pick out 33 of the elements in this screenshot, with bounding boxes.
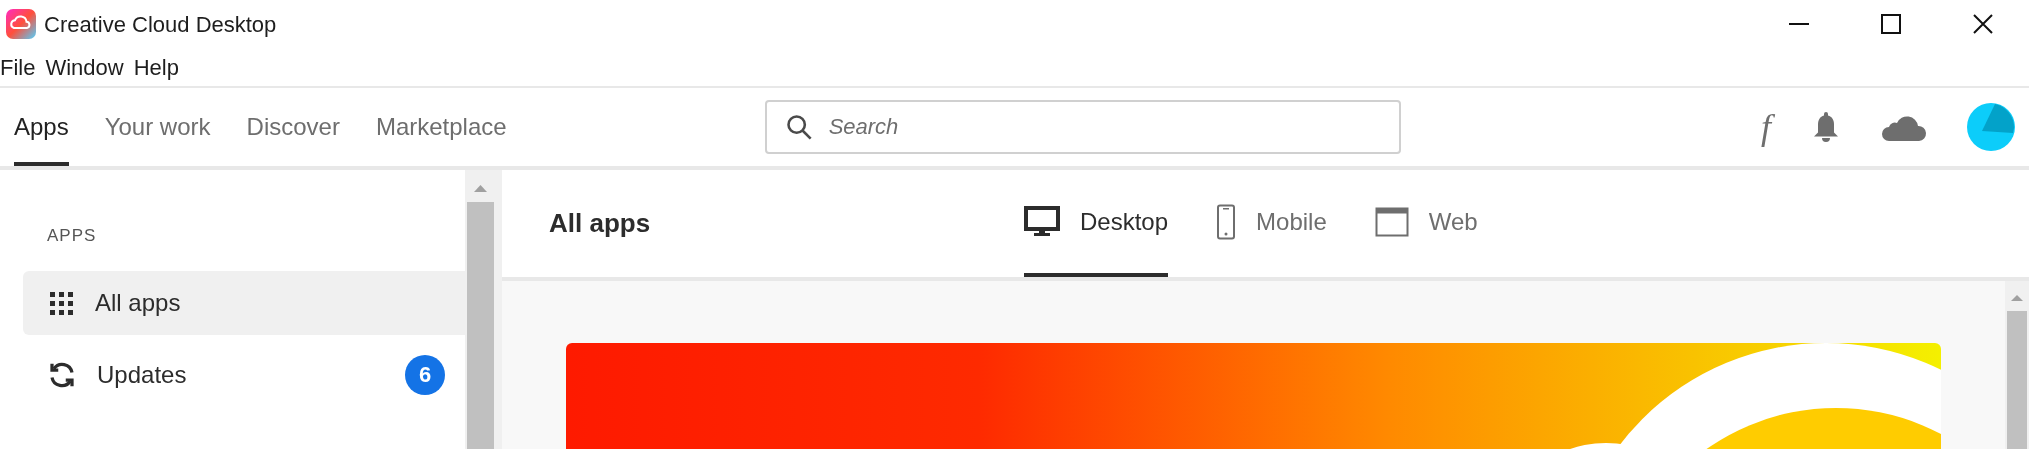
search-icon	[784, 113, 813, 141]
window-title: Creative Cloud Desktop	[44, 10, 277, 39]
menu-item[interactable]: File	[0, 50, 36, 84]
sidebar-item[interactable]: Updates 6	[23, 342, 465, 407]
nav-tab[interactable]: Marketplace	[375, 88, 507, 166]
scrollbar-thumb[interactable]	[2007, 311, 2027, 449]
item-label: All apps	[95, 287, 181, 318]
scrollbar-thumb[interactable]	[467, 202, 494, 449]
content-scrollbar[interactable]	[2005, 281, 2029, 449]
count-badge: 6	[405, 354, 445, 395]
sidebar-scrollbar[interactable]	[465, 170, 496, 449]
nav-tab[interactable]: Your work	[104, 88, 211, 166]
phone-icon	[1216, 203, 1237, 240]
page-title: All apps	[549, 207, 652, 240]
browser-window-icon	[1374, 206, 1409, 237]
maximize-icon	[1881, 14, 1901, 34]
nav-tab[interactable]: Apps	[14, 88, 69, 166]
avatar[interactable]	[1967, 103, 2015, 151]
section-heading: APPS	[47, 225, 98, 247]
sidebar-item[interactable]: All apps	[23, 270, 465, 335]
platform-tab[interactable]: Web	[1374, 170, 1478, 277]
platform-tab[interactable]: Desktop	[1024, 170, 1169, 277]
monitor-icon	[1024, 205, 1060, 238]
menu-item[interactable]: Help	[133, 50, 179, 84]
platform-tab[interactable]: Mobile	[1216, 170, 1327, 277]
close-icon	[1973, 14, 1993, 34]
nav-tab[interactable]: Discover	[246, 88, 340, 166]
app-logo-icon	[6, 9, 36, 39]
minimize-icon	[1789, 23, 1809, 25]
menu-item[interactable]: Window	[45, 50, 124, 84]
item-label: Updates	[97, 359, 187, 390]
bell-icon[interactable]	[1811, 110, 1841, 144]
search-field[interactable]: Search	[764, 100, 1401, 154]
